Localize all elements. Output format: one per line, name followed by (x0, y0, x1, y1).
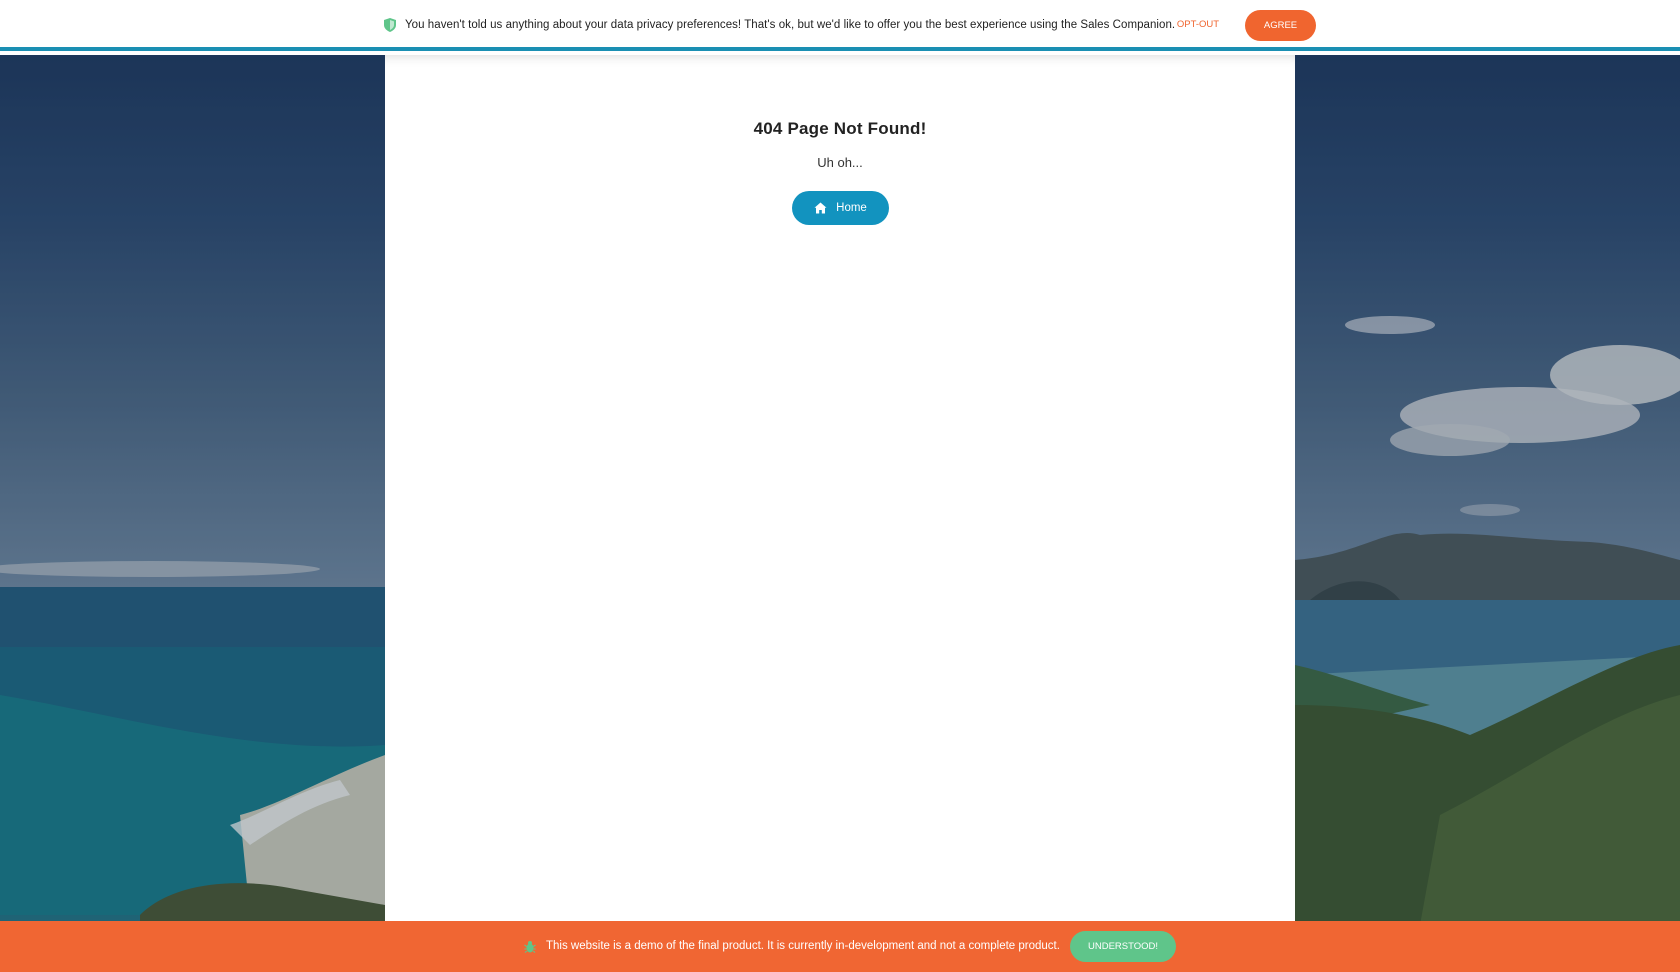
home-button[interactable]: Home (792, 191, 889, 225)
home-button-label: Home (836, 202, 867, 214)
main-content-panel: 404 Page Not Found! Uh oh... Home (385, 55, 1295, 922)
home-icon (814, 202, 827, 214)
privacy-banner: You haven't told us anything about your … (0, 0, 1680, 51)
page-subtitle: Uh oh... (817, 155, 863, 170)
shield-icon (384, 18, 396, 32)
page: You haven't told us anything about your … (0, 0, 1680, 972)
page-title: 404 Page Not Found! (753, 119, 927, 138)
understood-button[interactable]: UNDERSTOOD! (1070, 931, 1176, 962)
bug-icon (524, 940, 536, 953)
agree-button[interactable]: AGREE (1245, 10, 1316, 41)
demo-message: This website is a demo of the final prod… (546, 940, 1060, 952)
header-accent-line (0, 47, 1680, 51)
demo-banner: This website is a demo of the final prod… (0, 921, 1680, 972)
privacy-message: You haven't told us anything about your … (405, 19, 1176, 31)
privacy-message-group: You haven't told us anything about your … (384, 14, 1175, 36)
opt-out-button[interactable]: OPT-OUT (1170, 11, 1226, 39)
demo-message-group: This website is a demo of the final prod… (524, 935, 1060, 957)
